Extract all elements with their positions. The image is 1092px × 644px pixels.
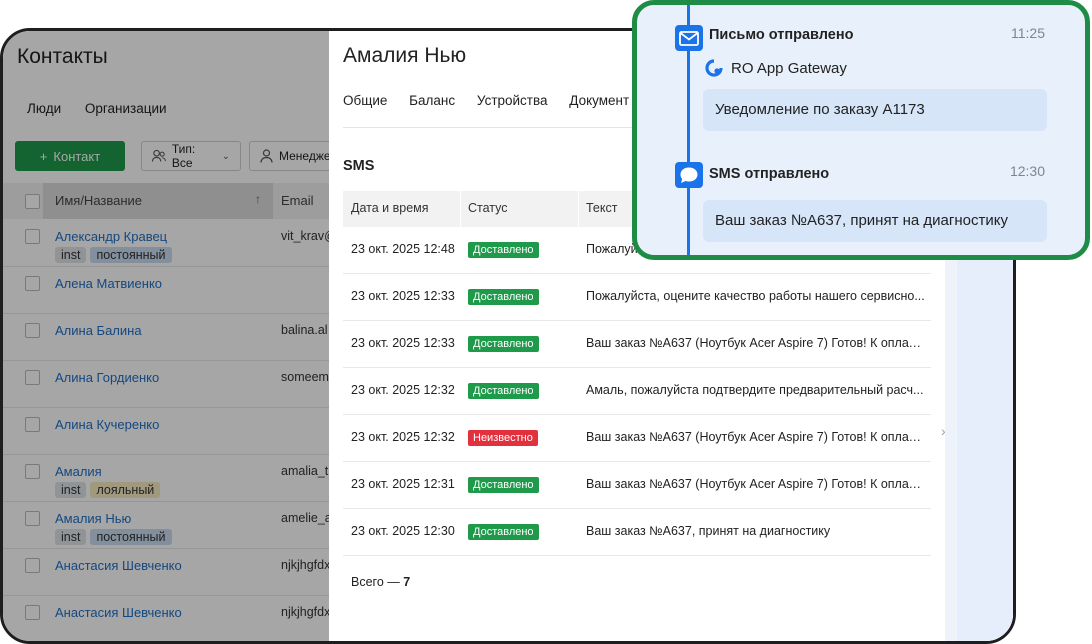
status-badge: Доставлено: [468, 336, 539, 352]
sms-date: 23 окт. 2025 12:32: [351, 383, 455, 397]
modal-overlay[interactable]: [3, 31, 329, 641]
status-badge: Доставлено: [468, 242, 539, 258]
drawer-tabs: Общие Баланс Устройства Документ: [343, 93, 647, 108]
tab-devices[interactable]: Устройства: [477, 93, 548, 108]
event-time: 12:30: [1009, 163, 1045, 179]
sms-row[interactable]: 23 окт. 2025 12:32 Неизвестно Ваш заказ №A…: [343, 415, 931, 462]
sms-row[interactable]: 23 окт. 2025 12:31 Доставлено Ваш заказ №A…: [343, 462, 931, 509]
contact-name-title: Амалия Нью: [343, 44, 467, 67]
sms-row[interactable]: 23 окт. 2025 12:32 Доставлено Амаль, пожал…: [343, 368, 931, 415]
sms-row[interactable]: 23 окт. 2025 12:33 Доставлено Пожалуйста, …: [343, 274, 931, 321]
sms-text: Ваш заказ №A637 (Ноутбук Acer Aspire 7) …: [586, 477, 926, 491]
status-badge: Доставлено: [468, 524, 539, 540]
event-time: 11:25: [1011, 25, 1045, 41]
sms-text: Ваш заказ №A637 (Ноутбук Acer Aspire 7) …: [586, 336, 926, 350]
status-badge: Доставлено: [468, 383, 539, 399]
sms-total-count: 7: [403, 575, 411, 589]
gateway-logo-icon: [705, 59, 723, 77]
sms-date: 23 окт. 2025 12:33: [351, 336, 455, 350]
chevron-right-icon[interactable]: ›: [941, 423, 946, 439]
tab-balance[interactable]: Баланс: [409, 93, 455, 108]
event-title: SMS отправлено: [709, 166, 830, 182]
event-sender: RO App Gateway: [705, 59, 847, 77]
sms-section-title: SMS: [343, 158, 375, 174]
sms-date: 23 окт. 2025 12:32: [351, 430, 455, 444]
event-title: Письмо отправлено: [709, 27, 854, 43]
column-date[interactable]: Дата и время: [351, 201, 429, 215]
tab-general[interactable]: Общие: [343, 93, 387, 108]
sms-date: 23 окт. 2025 12:31: [351, 477, 455, 491]
status-badge: Неизвестно: [468, 430, 538, 446]
tab-documents[interactable]: Документ: [569, 93, 629, 108]
sms-date: 23 окт. 2025 12:48: [351, 242, 455, 256]
event-message: Ваш заказ №A637, принят на диагностику: [703, 200, 1047, 242]
status-badge: Доставлено: [468, 477, 539, 493]
sender-name: RO App Gateway: [731, 59, 847, 77]
event-message: Уведомление по заказу A1173: [703, 89, 1047, 131]
sms-text: Амаль, пожалуйста подтвердите предварите…: [586, 383, 924, 397]
sms-text: Ваш заказ №A637, принят на диагностику: [586, 524, 831, 538]
column-text[interactable]: Текст: [586, 201, 617, 215]
chat-bubble-icon: [675, 162, 703, 188]
sms-date: 23 окт. 2025 12:30: [351, 524, 455, 538]
timeline-popup: Письмо отправлено 11:25 RO App Gateway У…: [632, 0, 1090, 260]
sms-table-body: 23 окт. 2025 12:48 Доставлено Пожалуй 23 ок…: [343, 227, 931, 556]
status-badge: Доставлено: [468, 289, 539, 305]
sms-row[interactable]: 23 окт. 2025 12:30 Доставлено Ваш заказ №A…: [343, 509, 931, 556]
sms-text: Ваш заказ №A637 (Ноутбук Acer Aspire 7) …: [586, 430, 926, 444]
column-status[interactable]: Статус: [468, 201, 508, 215]
mail-icon: [675, 25, 703, 51]
sms-date: 23 окт. 2025 12:33: [351, 289, 455, 303]
sms-text: Пожалуйста, оцените качество работы наше…: [586, 289, 925, 303]
sms-total: Всего — 7: [351, 575, 411, 589]
sms-row[interactable]: 23 окт. 2025 12:33 Доставлено Ваш заказ №A…: [343, 321, 931, 368]
